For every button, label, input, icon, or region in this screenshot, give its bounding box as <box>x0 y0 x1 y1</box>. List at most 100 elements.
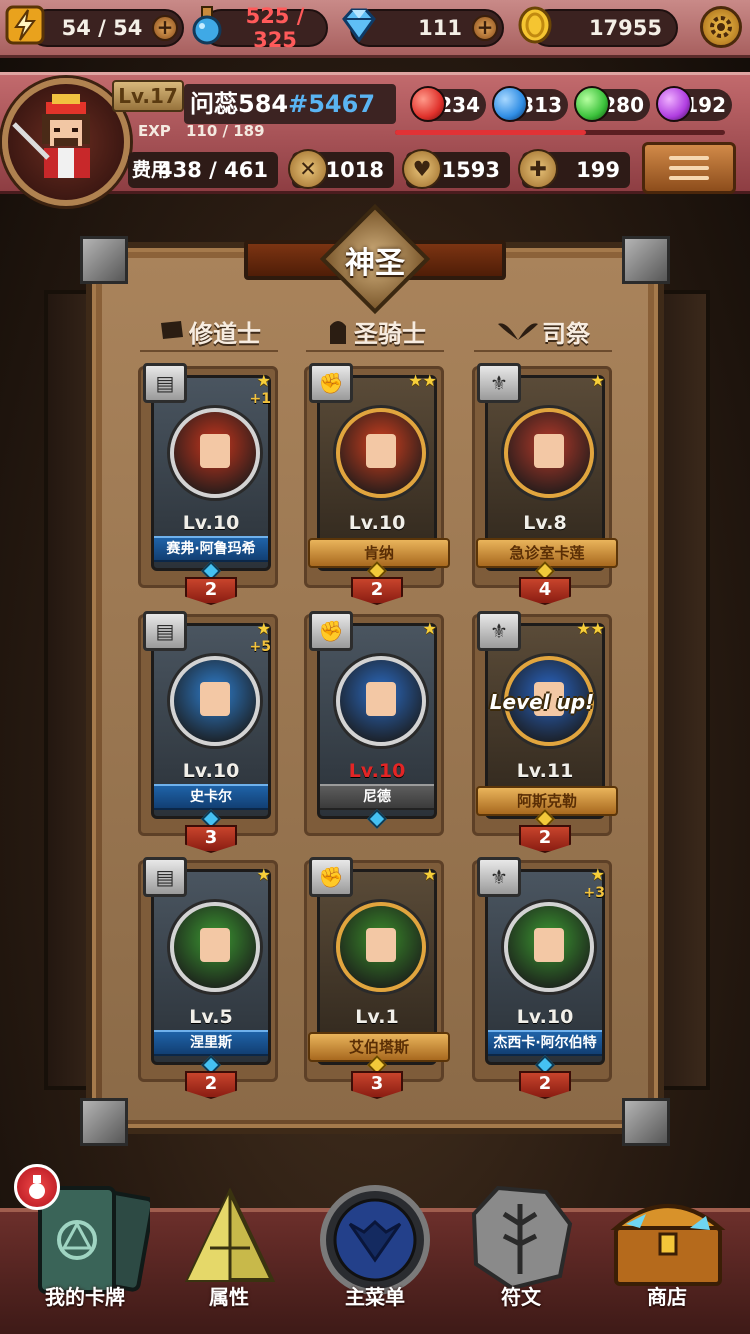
card-slot[interactable]: Lv.10 杰西卡·阿尔伯特 ⚜ ★ +3 2 <box>472 857 612 1099</box>
plus-cross-icon: ✚ <box>518 149 558 189</box>
hero-level: Lv.11 <box>516 760 574 782</box>
hero-portrait <box>504 408 594 498</box>
hero-portrait <box>170 902 260 992</box>
card-slot[interactable]: Lv.10 肯纳 ✊ ★★ 2 <box>304 363 450 605</box>
red-orb-icon <box>410 86 446 122</box>
green-orb-icon <box>574 86 610 122</box>
lightning-icon <box>5 5 45 45</box>
flag-icon <box>161 321 183 339</box>
hero-sprite <box>366 928 396 962</box>
hero-sprite <box>366 434 396 468</box>
menu-line <box>669 166 709 170</box>
hero-level: Lv.10 <box>182 512 240 534</box>
hero-name: 杰西卡·阿尔伯特 <box>488 1030 602 1056</box>
card-slot[interactable]: Lv.10 尼德 ✊ ★ <box>304 611 444 836</box>
column-header-paladin: 圣骑士 <box>306 312 446 350</box>
column-divider <box>140 350 278 352</box>
attack-stat: ✕ 1018 <box>288 149 394 189</box>
hero-level: Lv.10 <box>348 760 406 782</box>
player-avatar[interactable] <box>2 78 130 206</box>
hero-level: Lv.10 <box>182 760 240 782</box>
wings-icon: ⚜ <box>477 363 521 403</box>
hero-card[interactable]: Lv.8 急诊室卡莲 <box>476 375 618 581</box>
card-slot[interactable]: Lv.5 涅里斯 ▤ ★ 2 <box>138 857 278 1099</box>
book-icon: ▤ <box>143 363 187 403</box>
book-icon: ▤ <box>143 857 187 897</box>
emblem-icon <box>320 1185 430 1295</box>
red-orb-counter: 234 <box>410 86 486 122</box>
card-slot[interactable]: Lv.10 赛弗·阿鲁玛希 ▤ ★ +1 2 <box>138 363 278 605</box>
column-header-priest: 司祭 <box>474 312 614 350</box>
fist-icon: ✊ <box>309 363 353 403</box>
card-slot[interactable]: Lv.10 史卡尔 ▤ ★ +5 3 <box>138 611 278 853</box>
wings-icon <box>498 323 538 340</box>
hero-name: 尼德 <box>320 784 434 810</box>
hero-sprite <box>366 682 396 716</box>
settings-button[interactable] <box>700 6 742 48</box>
nav-attributes[interactable]: 属性 <box>154 1180 304 1330</box>
hero-sprite <box>534 434 564 468</box>
wings-icon: ⚜ <box>477 611 521 651</box>
hero-card[interactable]: Lv.10 肯纳 <box>308 375 450 581</box>
enhance-bonus: +3 <box>583 885 605 901</box>
hero-name: 涅里斯 <box>154 1030 268 1056</box>
board-title: 神圣 <box>345 246 405 281</box>
green-orb-counter: 280 <box>574 86 650 122</box>
star-rating: ★ <box>256 371 271 390</box>
add-stamina-button[interactable]: + <box>152 15 178 41</box>
hero-level: Lv.5 <box>189 1006 233 1028</box>
column-divider <box>474 350 612 352</box>
hero-portrait <box>170 656 260 746</box>
enhance-bonus: +5 <box>249 639 271 655</box>
hero-sprite <box>534 928 564 962</box>
book-icon: ▤ <box>143 611 187 651</box>
star-rating: ★ <box>422 865 437 884</box>
card-slot[interactable]: Lv.8 急诊室卡莲 ⚜ ★ 4 <box>472 363 618 605</box>
rune-stone-icon <box>471 1185 573 1291</box>
hero-sprite <box>200 434 230 468</box>
hero-portrait <box>336 656 426 746</box>
menu-line <box>669 156 709 160</box>
hero-card[interactable]: Lv.5 涅里斯 <box>151 869 271 1075</box>
fist-icon: ✊ <box>309 857 353 897</box>
potion-icon <box>192 6 222 45</box>
hero-card[interactable]: Lv.1 艾伯塔斯 <box>308 869 450 1075</box>
star-rating: ★ <box>256 619 271 638</box>
nav-shop[interactable]: 商店 <box>592 1180 742 1330</box>
player-level-badge: Lv.17 <box>112 80 184 112</box>
hero-portrait <box>336 408 426 498</box>
player-tag: #5467 <box>288 90 376 118</box>
hero-card[interactable]: Lv.10 尼德 <box>317 623 437 829</box>
crossed-swords-icon: ✕ <box>288 149 328 189</box>
alert-flask-icon <box>29 1175 45 1199</box>
add-diamond-button[interactable]: + <box>472 15 498 41</box>
nav-runes[interactable]: 符文 <box>446 1180 596 1330</box>
wings-icon: ⚜ <box>477 857 521 897</box>
blue-orb-counter: 313 <box>492 86 568 122</box>
hamburger-menu-button[interactable] <box>642 142 736 194</box>
hero-portrait <box>336 902 426 992</box>
cost-stat: 费用 438 / 461 <box>128 152 278 188</box>
board-corner <box>80 236 128 284</box>
player-name[interactable]: 问蕊584#5467 <box>184 84 396 124</box>
exp-fill <box>395 130 587 135</box>
column-divider <box>306 350 444 352</box>
hero-level: Lv.10 <box>516 1006 574 1028</box>
exp-bar: EXP 110 / 189 <box>130 122 730 142</box>
heal-stat: ✚ 199 <box>518 149 630 189</box>
treasure-chest-icon <box>610 1204 726 1286</box>
purple-orb-icon <box>656 86 692 122</box>
blue-orb-icon <box>492 86 528 122</box>
potion-alert-icon <box>14 1164 60 1210</box>
diamond-icon <box>342 8 376 43</box>
hero-level: Lv.10 <box>348 512 406 534</box>
nav-main-menu[interactable]: 主菜单 <box>300 1180 450 1330</box>
card-slot[interactable]: Level up! Lv.11 阿斯克勒 ⚜ ★★ 2 <box>472 611 618 853</box>
hero-level: Lv.1 <box>355 1006 399 1028</box>
board-corner <box>622 236 670 284</box>
star-rating: ★★ <box>408 371 437 390</box>
hero-sprite <box>200 682 230 716</box>
card-slot[interactable]: Lv.1 艾伯塔斯 ✊ ★ 3 <box>304 857 450 1099</box>
hero-card[interactable]: Level up! Lv.11 阿斯克勒 <box>476 623 618 829</box>
fist-icon: ✊ <box>309 611 353 651</box>
